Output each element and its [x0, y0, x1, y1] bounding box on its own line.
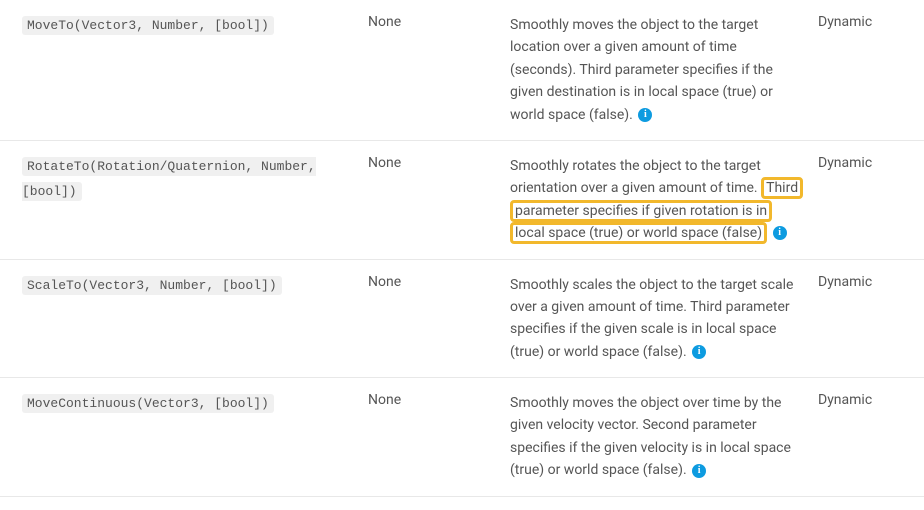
- tag-cell: Dynamic: [810, 155, 920, 245]
- description-cell: Smoothly rotates the object to the targe…: [500, 155, 810, 245]
- description-text: Smoothly moves the object over time by t…: [510, 395, 791, 478]
- info-icon[interactable]: i: [692, 464, 706, 478]
- description-text: Smoothly scales the object to the target…: [510, 277, 793, 360]
- signature-cell: ScaleTo(Vector3, Number, [bool]): [0, 274, 360, 364]
- table-row: MoveTo(Vector3, Number, [bool]) None Smo…: [0, 0, 924, 141]
- info-icon[interactable]: i: [692, 345, 706, 359]
- signature-cell: MoveTo(Vector3, Number, [bool]): [0, 14, 360, 126]
- method-signature: RotateTo(Rotation/Quaternion, Number, [b…: [22, 157, 316, 201]
- return-type: None: [360, 155, 500, 245]
- description-text: Smoothly moves the object to the target …: [510, 17, 773, 123]
- table-row: RotateTo(Rotation/Quaternion, Number, [b…: [0, 141, 924, 260]
- table-row: MoveContinuous(Vector3, [bool]) None Smo…: [0, 378, 924, 497]
- description-cell: Smoothly moves the object to the target …: [500, 14, 810, 126]
- info-icon[interactable]: i: [638, 108, 652, 122]
- description-cell: Smoothly scales the object to the target…: [500, 274, 810, 364]
- signature-cell: RotateTo(Rotation/Quaternion, Number, [b…: [0, 155, 360, 245]
- tag-cell: Dynamic: [810, 392, 920, 482]
- return-type: None: [360, 14, 500, 126]
- signature-cell: MoveContinuous(Vector3, [bool]): [0, 392, 360, 482]
- info-icon[interactable]: i: [773, 226, 787, 240]
- description-text-post: [767, 225, 770, 241]
- description-cell: Smoothly moves the object over time by t…: [500, 392, 810, 482]
- tag-cell: Dynamic: [810, 14, 920, 126]
- return-type: None: [360, 392, 500, 482]
- tag-cell: Dynamic: [810, 274, 920, 364]
- return-type: None: [360, 274, 500, 364]
- method-signature: ScaleTo(Vector3, Number, [bool]): [22, 276, 282, 295]
- method-signature: MoveContinuous(Vector3, [bool]): [22, 394, 274, 413]
- table-row: ScaleTo(Vector3, Number, [bool]) None Sm…: [0, 260, 924, 379]
- description-text: Smoothly rotates the object to the targe…: [510, 158, 761, 196]
- method-signature: MoveTo(Vector3, Number, [bool]): [22, 16, 274, 35]
